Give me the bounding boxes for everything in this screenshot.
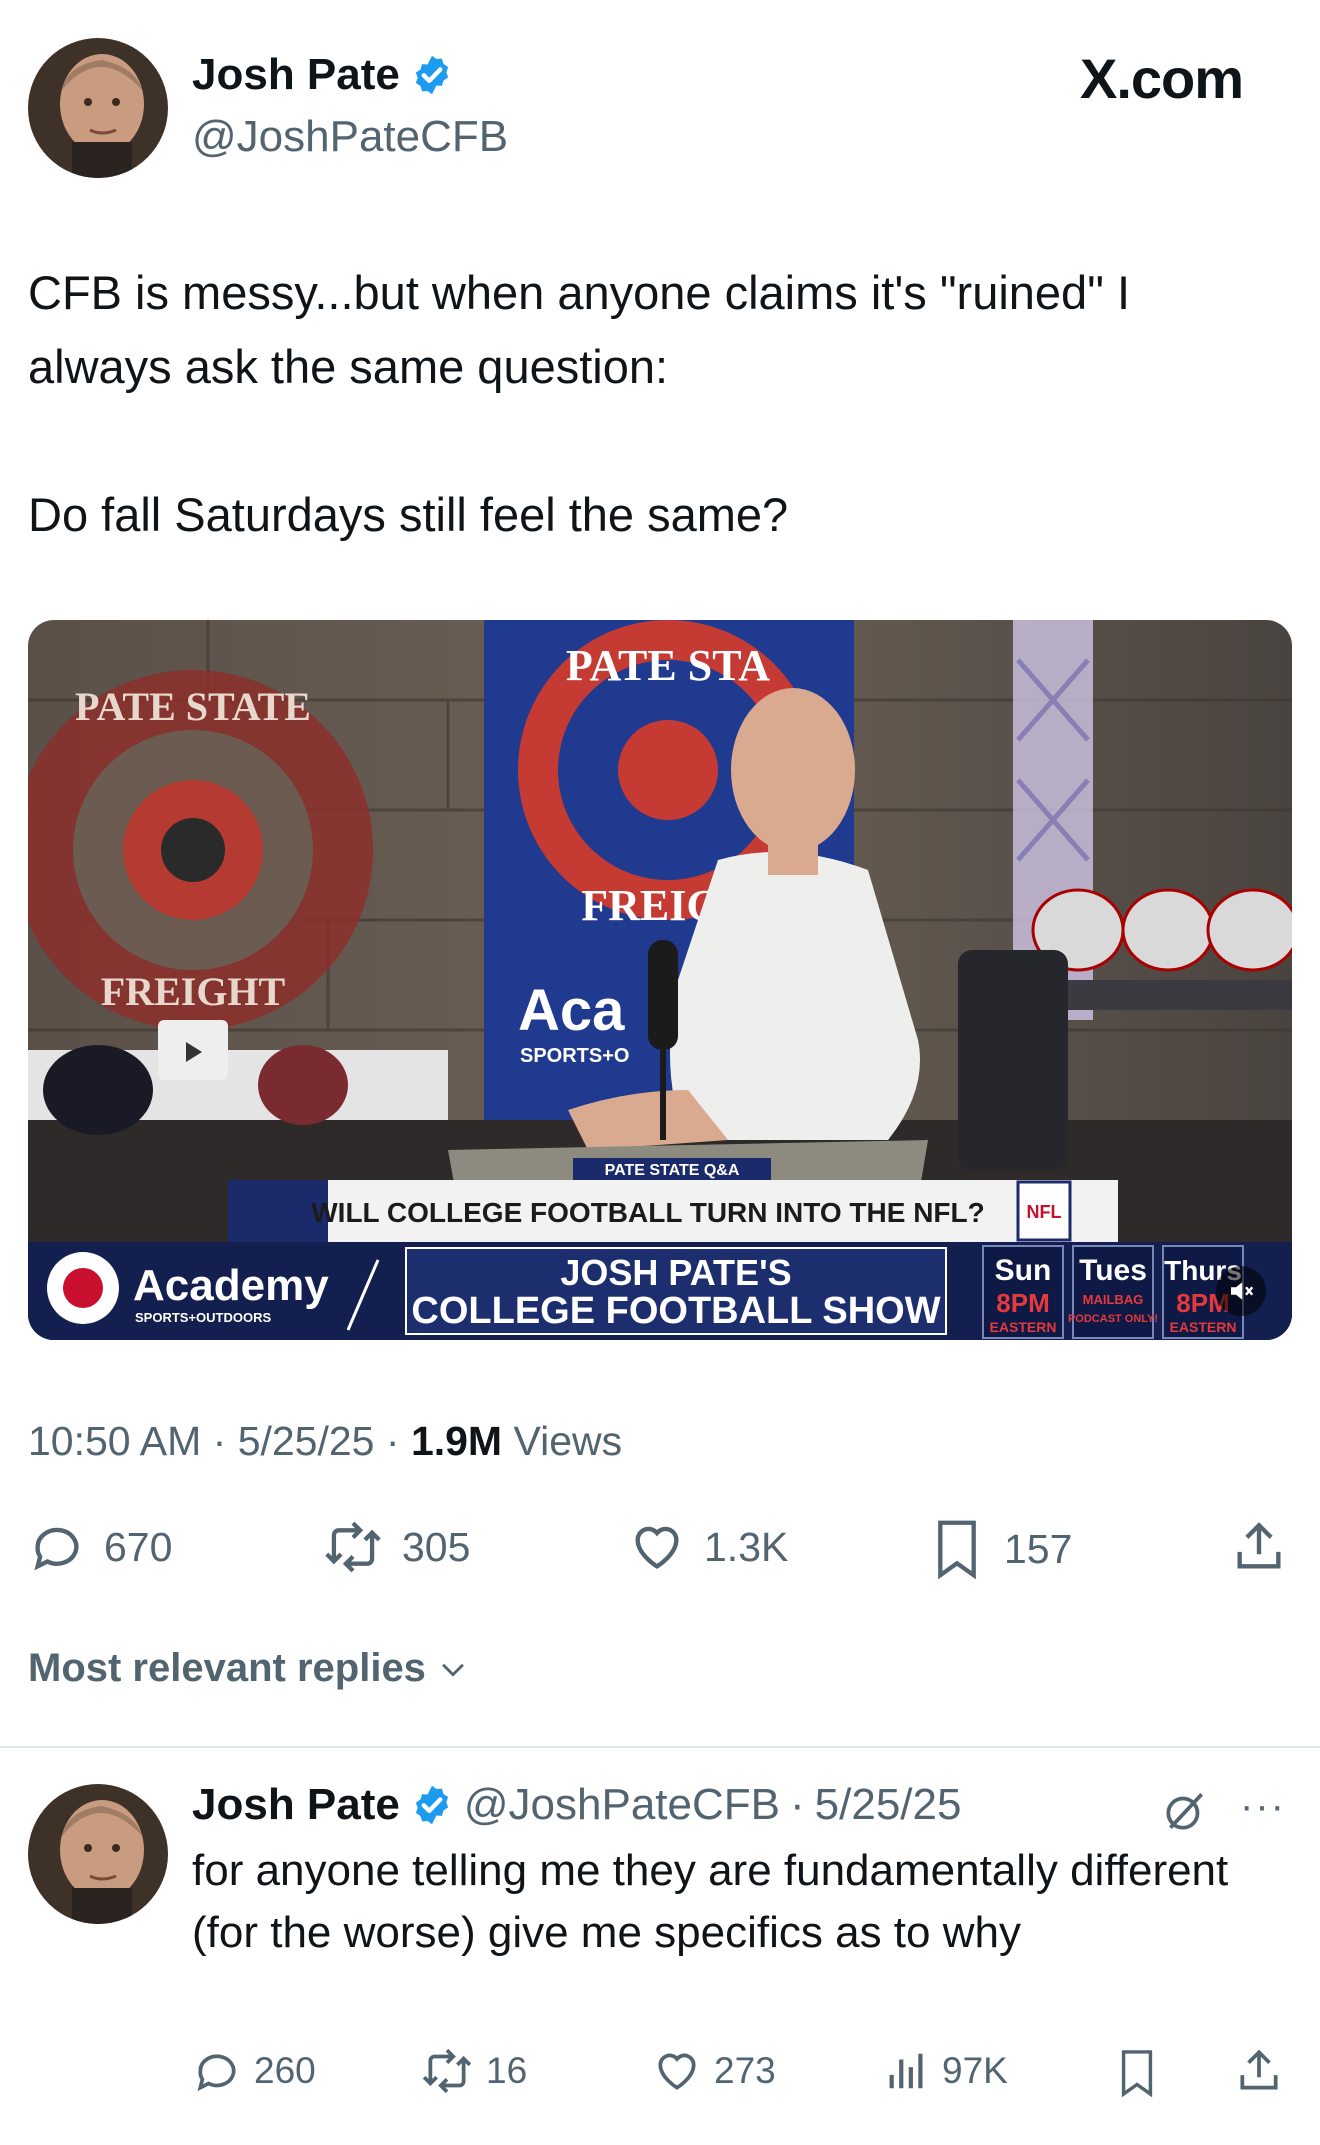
views-count: 1.9M	[410, 1418, 503, 1464]
banner-sponsor-sub: SPORTS+O	[520, 1045, 629, 1067]
tweet-meta: 10:50 AM · 5/25/25 · 1.9M Views	[28, 1418, 622, 1465]
grok-icon	[1166, 1793, 1204, 1830]
replies-sort-dropdown[interactable]: Most relevant replies	[28, 1646, 470, 1691]
show-line-2: COLLEGE FOOTBALL SHOW	[411, 1290, 940, 1332]
wall-logo-bottom: FREIGHT	[101, 969, 286, 1014]
author-avatar[interactable]	[28, 38, 168, 178]
wall-logo: PATE STATE FREIGHT	[28, 670, 373, 1030]
meta-separator: ·	[212, 1418, 238, 1464]
nfl-badge: NFL	[1027, 1202, 1062, 1222]
schedule-note-2: PODCAST ONLY!	[1068, 1313, 1158, 1325]
reply-author-handle[interactable]: @JoshPateCFB	[464, 1780, 780, 1830]
schedule-day-1: Sun	[995, 1254, 1052, 1287]
reply-repost-action[interactable]: 16	[420, 2046, 527, 2096]
reply-date[interactable]: 5/25/25	[815, 1780, 962, 1830]
repost-icon	[422, 2048, 472, 2094]
verified-badge-icon	[415, 1785, 449, 1825]
schedule-note-3: EASTERN	[1170, 1319, 1237, 1335]
banner-sponsor: Aca	[518, 978, 625, 1043]
reply-reply-count: 260	[254, 2050, 316, 2091]
repost-count: 305	[402, 1523, 471, 1570]
reply-author-name[interactable]: Josh Pate	[192, 1780, 400, 1830]
reply-bookmark-action[interactable]	[1114, 2046, 1160, 2100]
reply-separator: ·	[790, 1780, 805, 1829]
analytics-bars-icon	[889, 2053, 923, 2089]
share-icon	[1240, 2049, 1278, 2090]
show-line-1: JOSH PATE'S	[560, 1252, 791, 1293]
reply-like-action[interactable]: 273	[652, 2046, 776, 2096]
reply-views-count: 97K	[942, 2050, 1008, 2091]
segment-tag: PATE STATE Q&A	[605, 1162, 740, 1179]
meta-separator: ·	[385, 1418, 411, 1464]
reply-header: Josh Pate @JoshPateCFB · 5/25/25	[192, 1780, 961, 1830]
schedule: Sun 8PM EASTERN Tues MAILBAG PODCAST ONL…	[982, 1245, 1244, 1339]
views-label: Views	[513, 1418, 623, 1464]
schedule-time-2: MAILBAG	[1083, 1292, 1144, 1307]
reply-repost-count: 16	[486, 2050, 528, 2091]
bookmark-icon	[1121, 2050, 1153, 2098]
divider	[0, 1746, 1320, 1748]
like-count: 1.3K	[704, 1523, 789, 1570]
reply-reply-action[interactable]: 260	[192, 2046, 316, 2096]
author-name[interactable]: Josh Pate	[192, 50, 400, 100]
reply-avatar[interactable]	[28, 1784, 168, 1924]
video-frame[interactable]: PATE STATE FREIGHT PATE STA FREIGH Aca S…	[28, 620, 1292, 1340]
reply-bubble-icon	[34, 1527, 79, 1571]
heart-icon	[635, 1526, 679, 1569]
schedule-note-1: EASTERN	[990, 1319, 1057, 1335]
chevron-down-icon	[442, 1663, 464, 1677]
heart-icon	[658, 2053, 696, 2090]
reply-views-action[interactable]: 97K	[884, 2046, 1008, 2096]
verified-badge-icon	[415, 55, 449, 95]
replies-header-label: Most relevant replies	[28, 1646, 426, 1690]
tweet-text: CFB is messy...but when anyone claims it…	[28, 266, 1130, 541]
reply-share-action[interactable]	[1234, 2046, 1284, 2096]
author-handle[interactable]: @JoshPateCFB	[192, 112, 508, 162]
like-action[interactable]: 1.3K	[628, 1518, 788, 1576]
schedule-day-2: Tues	[1079, 1254, 1147, 1287]
repost-icon	[325, 1521, 381, 1573]
reply-bubble-icon	[197, 2054, 236, 2092]
share-icon	[1237, 1522, 1281, 1569]
sponsor-logo: Academy	[133, 1261, 329, 1310]
reply-like-count: 273	[714, 2050, 776, 2091]
grok-button[interactable]	[1160, 1786, 1210, 1841]
wall-logo-top: PATE STATE	[75, 684, 311, 729]
mute-button[interactable]	[1216, 1266, 1266, 1316]
bookmark-action[interactable]: 157	[928, 1518, 1072, 1580]
video-player[interactable]: PATE STATE FREIGHT PATE STA FREIGH Aca S…	[28, 620, 1292, 1340]
tweet-time[interactable]: 10:50 AM	[28, 1418, 201, 1464]
bookmark-icon	[938, 1520, 976, 1580]
brand-logo: X.com	[1080, 47, 1244, 110]
headline: WILL COLLEGE FOOTBALL TURN INTO THE NFL?	[311, 1197, 985, 1228]
schedule-time-1: 8PM	[996, 1288, 1049, 1318]
speaker-muted-icon	[1231, 1282, 1254, 1300]
reply-count: 670	[104, 1523, 173, 1570]
tweet-date[interactable]: 5/25/25	[238, 1418, 375, 1464]
share-action[interactable]	[1230, 1518, 1288, 1576]
more-options-icon[interactable]: ···	[1240, 1784, 1286, 1829]
reply-text: for anyone telling me they are fundament…	[192, 1846, 1229, 1957]
repost-action[interactable]: 305	[322, 1518, 470, 1576]
reply-action[interactable]: 670	[28, 1518, 172, 1576]
banner-logo-top: PATE STA	[566, 641, 770, 690]
bookmark-count: 157	[1004, 1525, 1073, 1572]
sponsor-sub: SPORTS+OUTDOORS	[135, 1310, 271, 1325]
